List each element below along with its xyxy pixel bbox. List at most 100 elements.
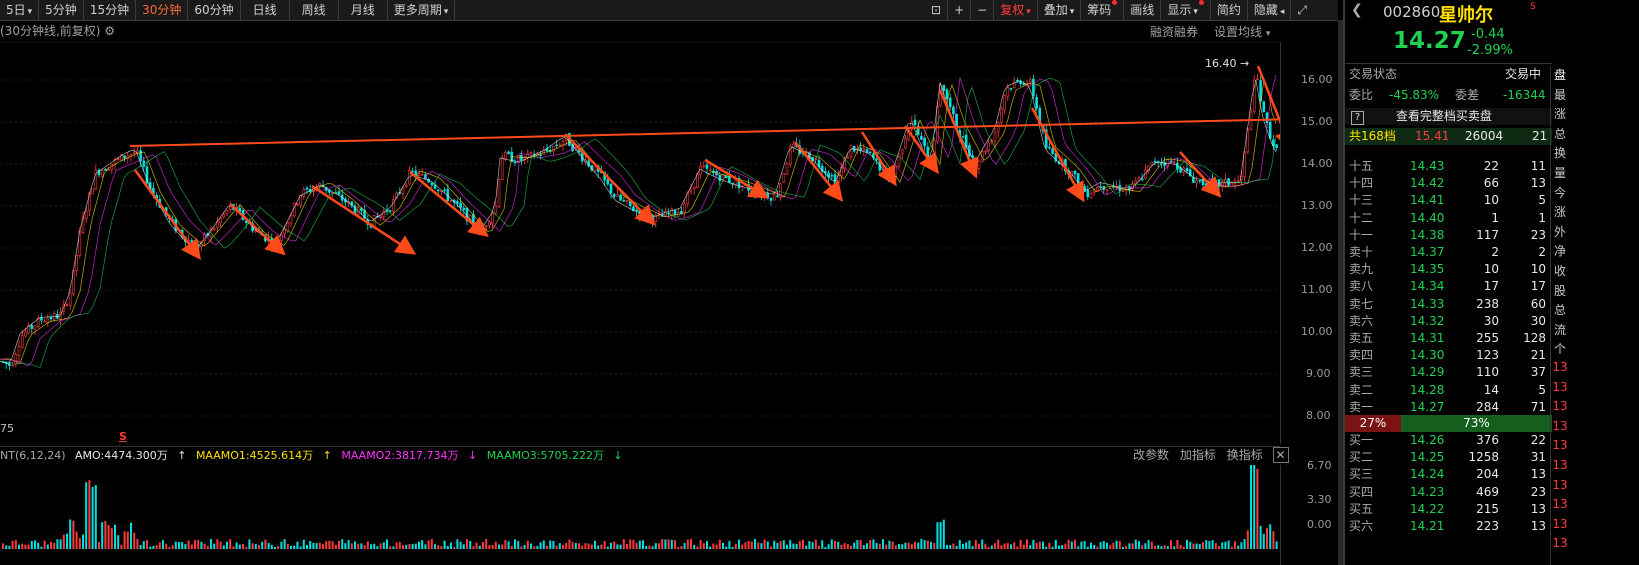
ask-row[interactable]: 卖五 14.31 255 128 — [1345, 330, 1552, 347]
side-tab[interactable]: 净 — [1551, 242, 1569, 259]
hide-button[interactable]: 隐藏 ◂ — [1248, 0, 1292, 20]
volume-bar — [814, 539, 817, 549]
draw-button[interactable]: 画线 — [1124, 0, 1162, 20]
side-tab[interactable]: 涨 — [1551, 203, 1569, 220]
side-tab[interactable]: 13 — [1551, 536, 1569, 550]
side-tab[interactable]: 最 — [1551, 86, 1569, 103]
side-tab[interactable]: 换 — [1551, 144, 1569, 161]
period-more[interactable]: 更多周期 ▾ — [388, 0, 456, 20]
full-book-row[interactable]: ? 查看完整档买卖盘 — [1345, 108, 1552, 125]
bid-row[interactable]: 买四 14.23 469 23 — [1345, 484, 1552, 501]
side-tab[interactable]: 盘 — [1551, 66, 1569, 83]
side-tab[interactable]: 总 — [1551, 125, 1569, 142]
ask-row[interactable]: 卖八 14.34 17 17 — [1345, 278, 1552, 295]
side-tab[interactable]: 外 — [1551, 223, 1569, 240]
period-month[interactable]: 月线 — [339, 0, 388, 20]
side-tab[interactable]: 13 — [1551, 458, 1569, 472]
side-tab[interactable]: 今 — [1551, 184, 1569, 201]
ask-row[interactable]: 卖七 14.33 238 60 — [1345, 296, 1552, 313]
drawn-arrow[interactable] — [564, 133, 656, 226]
side-tab[interactable]: 涨 — [1551, 105, 1569, 122]
ask-row[interactable]: 十五 14.43 22 11 — [1345, 158, 1552, 175]
side-tab[interactable]: 13 — [1551, 497, 1569, 511]
ask-row[interactable]: 卖九 14.35 10 10 — [1345, 261, 1552, 278]
bid-row[interactable]: 买六 14.21 223 13 — [1345, 518, 1552, 535]
period-60min[interactable]: 60分钟 — [188, 0, 241, 20]
side-tab[interactable]: 13 — [1551, 360, 1569, 374]
candle-body — [718, 175, 722, 181]
ma-settings-link[interactable]: 设置均线 ▾ — [1214, 23, 1270, 40]
period-30min[interactable]: 30分钟 — [136, 0, 189, 20]
volume-bar — [475, 542, 478, 549]
drawn-arrow[interactable] — [903, 125, 939, 175]
side-tab[interactable]: 13 — [1551, 517, 1569, 531]
volume-bar — [661, 539, 664, 549]
volume-bar — [309, 540, 312, 549]
display-button[interactable]: 显示 ▾ — [1161, 0, 1211, 20]
ask-row[interactable]: 卖十 14.37 2 2 — [1345, 244, 1552, 261]
switch-indicator-button[interactable]: 换指标 — [1227, 448, 1263, 462]
volume-bar — [587, 543, 590, 549]
bid-row[interactable]: 买三 14.24 204 13 — [1345, 466, 1552, 483]
candle-body — [104, 168, 107, 171]
side-tab[interactable]: 量 — [1551, 164, 1569, 181]
zoom-out-icon[interactable]: − — [971, 0, 995, 20]
lock-icon[interactable]: ⊡ — [925, 0, 949, 20]
bid-row[interactable]: 买一 14.26 376 22 — [1345, 432, 1552, 449]
volume-bar — [1189, 541, 1192, 549]
side-tab[interactable]: 13 — [1551, 438, 1569, 452]
expand-icon[interactable]: ⤢ — [1291, 0, 1313, 20]
help-icon[interactable]: ? — [1351, 111, 1364, 125]
period-week[interactable]: 周线 — [290, 0, 339, 20]
drawn-arrow[interactable] — [1179, 151, 1222, 198]
side-tab[interactable]: 股 — [1551, 282, 1569, 299]
ask-row[interactable]: 卖二 14.28 14 5 — [1345, 382, 1552, 399]
ask-row[interactable]: 卖三 14.29 110 37 — [1345, 364, 1552, 381]
collapse-icon[interactable]: ❮ — [1351, 2, 1363, 18]
indicator-name[interactable]: NT(6,12,24) — [0, 449, 66, 462]
bid-row[interactable]: 买五 14.22 215 13 — [1345, 501, 1552, 518]
side-tab[interactable]: 13 — [1551, 478, 1569, 492]
settings-icon[interactable]: ⚙ — [104, 24, 115, 38]
side-tab[interactable]: 13 — [1551, 419, 1569, 433]
period-day[interactable]: 日线 — [241, 0, 290, 20]
drawn-arrow[interactable] — [229, 203, 286, 256]
volume-chart[interactable] — [0, 465, 1280, 561]
kline-chart[interactable] — [0, 42, 1280, 444]
ask-row[interactable]: 十三 14.41 10 5 — [1345, 192, 1552, 209]
side-tab[interactable]: 个 — [1551, 340, 1569, 357]
ask-row[interactable]: 卖一 14.27 284 71 — [1345, 399, 1552, 416]
chips-button[interactable]: 筹码 — [1081, 0, 1125, 20]
volume-bar — [318, 542, 321, 549]
volume-bar — [149, 546, 152, 549]
side-tab[interactable]: 收 — [1551, 262, 1569, 279]
period-15min[interactable]: 15分钟 — [84, 0, 137, 20]
ask-row[interactable]: 十四 14.42 66 13 — [1345, 175, 1552, 192]
side-tab[interactable]: 13 — [1551, 380, 1569, 394]
full-book-link[interactable]: 查看完整档买卖盘 — [1396, 109, 1492, 123]
add-indicator-button[interactable]: 加指标 — [1180, 448, 1216, 462]
period-5min[interactable]: 5分钟 — [39, 0, 84, 20]
drawn-arrow[interactable] — [704, 158, 770, 199]
side-tab[interactable]: 总 — [1551, 301, 1569, 318]
overlay-button[interactable]: 叠加 ▾ — [1038, 0, 1082, 20]
ask-row[interactable]: 卖六 14.32 30 30 — [1345, 313, 1552, 330]
volume-bar — [978, 543, 980, 549]
adjust-button[interactable]: 复权 ▾ — [994, 0, 1038, 20]
zoom-in-icon[interactable]: + — [948, 0, 972, 20]
simple-button[interactable]: 简约 — [1211, 0, 1248, 20]
side-tab[interactable]: 13 — [1551, 399, 1569, 413]
close-icon[interactable]: ✕ — [1272, 447, 1289, 463]
change-params-button[interactable]: 改参数 — [1133, 448, 1169, 462]
drawn-arrow[interactable] — [860, 131, 897, 187]
candle-body — [606, 179, 610, 185]
ask-row[interactable]: 十二 14.40 1 1 — [1345, 210, 1552, 227]
ask-cnt: 1 — [1538, 210, 1546, 225]
margin-trading-link[interactable]: 融资融券 — [1150, 23, 1198, 40]
side-tab[interactable]: 流 — [1551, 321, 1569, 338]
period-5day[interactable]: 5日 ▾ — [0, 0, 40, 20]
bid-row[interactable]: 买二 14.25 1258 31 — [1345, 449, 1552, 466]
ask-row[interactable]: 卖四 14.30 123 21 — [1345, 347, 1552, 364]
ask-row[interactable]: 十一 14.38 117 23 — [1345, 227, 1552, 244]
volume-bar — [322, 544, 324, 549]
